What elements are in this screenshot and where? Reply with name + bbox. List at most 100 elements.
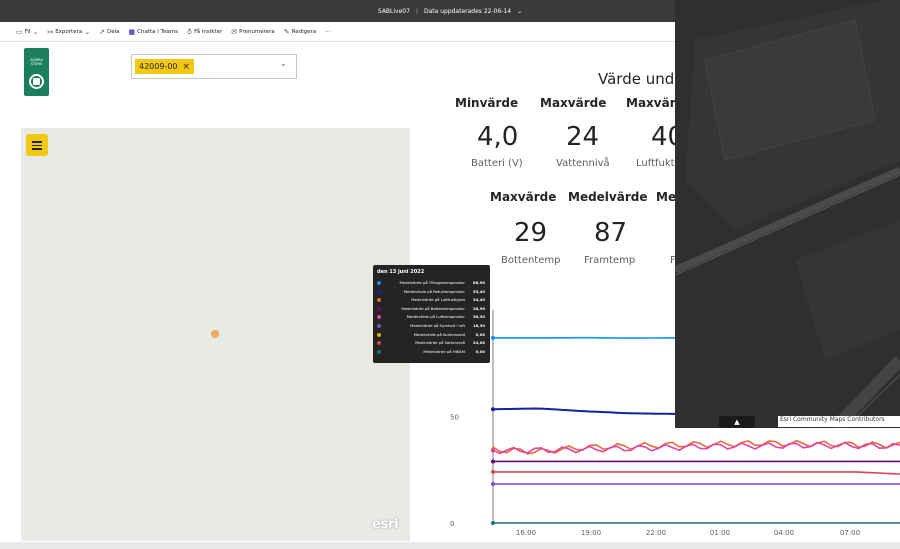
tooltip-series-label: Medelvärde på Tilloppstemperatur (399, 280, 465, 285)
map-attribution: Esri Community Maps Contributors (778, 416, 900, 427)
share-icon: ↗ (99, 27, 105, 36)
logo-text: SJÄRRA STENE (30, 58, 43, 66)
kpi-value: 29 (514, 218, 548, 248)
kpi-value: 4,0 (477, 122, 519, 152)
x-tick-label: 22:00 (646, 529, 666, 537)
kpi-header: Maxvärde (490, 190, 557, 204)
toolbar-edit-button[interactable]: ✎ Redigera (284, 28, 316, 36)
title-separator: | (415, 7, 418, 15)
file-icon: ▭ (16, 27, 23, 36)
tooltip-series-value: 18,30 (472, 323, 485, 328)
series-color-dot (377, 306, 381, 311)
map-location-marker[interactable] (211, 330, 219, 338)
toolbar-teams-button[interactable]: ■ Chatta i Teams (129, 28, 178, 36)
series-color-dot (377, 332, 381, 337)
data-updated-label[interactable]: Data uppdaterades 22-06-14 (424, 8, 511, 15)
x-tick-label: 07:00 (840, 529, 860, 537)
toolbar-file-button[interactable]: ▭ Fil ⌄ (16, 28, 38, 36)
kpi-label: Vattennivå (556, 158, 610, 169)
kpi-header: Minvärde (455, 96, 519, 110)
x-tick-label: 19:00 (581, 529, 601, 537)
series-hover-point (491, 482, 495, 487)
bottom-bar (0, 542, 900, 549)
tooltip-row: Medelvärde på Lufttemperatur 30,30 (377, 314, 487, 322)
toolbar-more-button[interactable]: ··· (325, 29, 330, 35)
report-name: SABLive07 (377, 7, 410, 15)
tooltip-series-value: 24,00 (472, 340, 485, 346)
tooltip-row: Medelvärde på Luftfuktighet 34,40 (377, 297, 487, 305)
teams-icon: ■ (128, 27, 136, 36)
tooltip-series-value: 28,90 (472, 305, 485, 311)
tooltip-series-label: Medelvärde på HWAM (423, 348, 465, 354)
map-expand-button[interactable]: ▲ (719, 416, 755, 428)
kpi-value: 87 (594, 218, 628, 248)
series-hover-point (491, 459, 495, 464)
chevron-down-icon: ⌄ (32, 27, 39, 36)
more-icon: ··· (325, 28, 331, 35)
pencil-icon: ✎ (283, 27, 290, 36)
chart-tooltip: den 13 juni 2022 Medelvärde på Tilloppst… (373, 265, 490, 363)
esri-logo: esri (372, 517, 399, 532)
tooltip-series-label: Medelvärde på Vattennivå (415, 340, 465, 346)
series-line[interactable] (493, 471, 900, 475)
dark-basemap[interactable] (675, 0, 900, 428)
lightbulb-icon: ♁ (186, 27, 193, 36)
mail-icon: ✉ (231, 27, 238, 36)
export-icon: ↦ (47, 27, 54, 36)
selected-station-label: 42009-00 (139, 62, 178, 71)
tooltip-row: Medelvärde på Syrehalt i luft 18,30 (377, 323, 487, 331)
series-hover-point (491, 521, 495, 525)
series-hover-point (491, 448, 495, 453)
chevron-down-icon[interactable]: ⌄ (517, 8, 522, 15)
toolbar-insights-button[interactable]: ♁ Få insikter (187, 28, 222, 36)
kpi-label: Bottentemp (501, 255, 561, 266)
tooltip-row: Medelvärde på Vattennivå 24,00 (377, 340, 487, 348)
tooltip-series-label: Medelvärde på Luftfuktighet (411, 297, 465, 303)
map-menu-button[interactable] (26, 134, 48, 156)
tooltip-series-value: 0,00 (475, 331, 485, 337)
toolbar-export-button[interactable]: ↦ Exportera ⌄ (47, 28, 90, 36)
tooltip-series-value: 86,90 (472, 280, 485, 285)
kpi-label: Framtemp (584, 255, 636, 266)
kpi-header: Maxvärde (540, 96, 607, 110)
tooltip-series-value: 0,00 (475, 348, 485, 354)
series-color-dot (377, 341, 381, 346)
tooltip-series-label: Medelvärde på Lufttemperatur (406, 314, 465, 320)
tooltip-series-label: Medelvärde på Syrehalt i luft (410, 323, 465, 328)
tooltip-series-value: 53,40 (472, 288, 485, 294)
toolbar-share-button[interactable]: ↗ Dela (99, 28, 119, 36)
logo-core-icon (33, 78, 40, 85)
kpi-value: 24 (566, 122, 600, 152)
y-tick-label: 50 (450, 414, 459, 422)
x-tick-label: 04:00 (774, 529, 794, 537)
kpi-label: Luftfukt (636, 158, 675, 169)
series-color-dot (377, 349, 381, 354)
chevron-down-icon: ⌄ (84, 27, 91, 36)
series-color-dot (377, 324, 381, 328)
series-color-dot (377, 281, 381, 285)
tooltip-series-value: 30,30 (472, 314, 485, 320)
hamburger-icon (32, 141, 42, 143)
series-color-dot (377, 315, 381, 320)
series-color-dot (377, 289, 381, 294)
x-tick-label: 01:00 (710, 529, 730, 537)
tooltip-row: Medelvärde på Tilloppstemperatur 86,90 (377, 280, 487, 288)
toolbar-subscribe-button[interactable]: ✉ Prenumerera (231, 28, 275, 36)
x-tick-label: 16:00 (516, 529, 536, 537)
tooltip-row: Medelvärde på Bottentemperatur 28,90 (377, 306, 487, 314)
remove-selection-icon[interactable]: × (183, 62, 191, 72)
series-hover-point (491, 335, 495, 340)
series-line[interactable] (492, 441, 900, 455)
series-color-dot (377, 298, 381, 303)
selected-station-chip[interactable]: 42009-00 × (135, 59, 195, 74)
tooltip-series-label: Medelvärde på Bottentemperatur (401, 305, 465, 311)
tooltip-row: Medelvärde på HWAM 0,00 (377, 349, 487, 357)
chevron-down-icon[interactable]: ⌄ (280, 59, 287, 68)
left-rail (0, 42, 14, 549)
y-tick-label: 0 (450, 520, 454, 528)
kpi-label: Batteri (V) (471, 158, 523, 169)
series-hover-point (491, 407, 495, 412)
basemap-streets (675, 0, 900, 428)
tooltip-row: Medelvärde på Kolmonoxid 0,00 (377, 332, 487, 340)
tooltip-series-value: 34,40 (472, 297, 485, 303)
